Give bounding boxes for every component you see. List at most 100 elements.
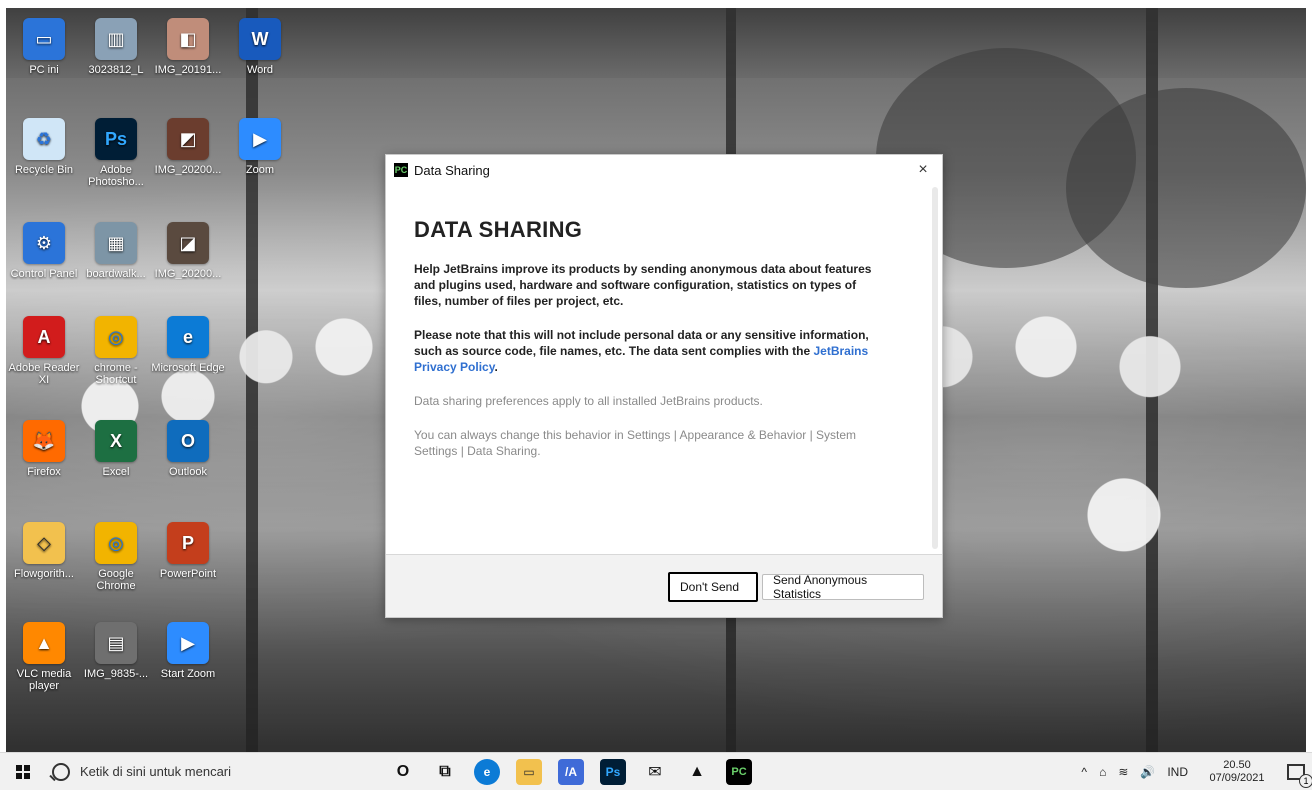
desktop-icon-label: IMG_9835-... xyxy=(83,668,149,680)
send-anonymous-statistics-button[interactable]: Send Anonymous Statistics xyxy=(762,573,924,601)
dialog-title: Data Sharing xyxy=(414,162,490,178)
cortana-icon[interactable]: O xyxy=(390,759,416,785)
clock[interactable]: 20.50 07/09/2021 xyxy=(1194,759,1280,785)
desktop-icon-label: Start Zoom xyxy=(160,668,216,680)
desktop-icon-label: Excel xyxy=(102,466,130,478)
desktop-icon-excel[interactable]: X Excel xyxy=(78,420,154,510)
desktop-icon-label: IMG_20191... xyxy=(154,64,222,76)
desktop-icon-label: Zoom xyxy=(245,164,275,176)
dialog-titlebar[interactable]: PC Data Sharing × xyxy=(386,155,942,185)
desktop-icon-img-20200-1[interactable]: ◩ IMG_20200... xyxy=(150,118,226,208)
desktop-icon-pc[interactable]: ▭ PC ini xyxy=(6,18,82,108)
chrome-icon: ◎ xyxy=(95,522,137,564)
desktop-icon-control-panel[interactable]: ⚙ Control Panel xyxy=(6,222,82,312)
outlook-icon: O xyxy=(167,420,209,462)
start-button[interactable] xyxy=(0,753,46,790)
desktop-icon-adobe-reader[interactable]: A Adobe Reader XI xyxy=(6,316,82,406)
dont-send-button[interactable]: Don't Send xyxy=(668,572,758,602)
close-button[interactable]: × xyxy=(914,161,932,179)
desktop-icon-label: Adobe Photosho... xyxy=(88,164,144,188)
dialog-paragraph-2-suffix: . xyxy=(494,360,498,374)
desktop-icon-label: Word xyxy=(246,64,274,76)
desktop-icon-label: chrome - Shortcut xyxy=(94,362,138,386)
dialog-scrollbar[interactable] xyxy=(932,187,938,549)
photo-icon: ◪ xyxy=(167,222,209,264)
wifi-icon[interactable]: ≋ xyxy=(1118,765,1128,779)
mail-icon[interactable]: ✉ xyxy=(642,759,668,785)
photoshop-icon: Ps xyxy=(95,118,137,160)
system-tray: ^ ⌂ ≋ 🔊 IND 20.50 07/09/2021 1 xyxy=(1075,753,1312,790)
taskbar: Ketik di sini untuk mencari O ⧉ e ▭ /A P… xyxy=(0,752,1312,790)
desktop-icon-3023812[interactable]: ▥ 3023812_L xyxy=(78,18,154,108)
desktop-icon-label: Flowgorith... xyxy=(14,568,74,580)
dialog-paragraph-2: Please note that this will not include p… xyxy=(414,327,884,375)
notifications-button[interactable]: 1 xyxy=(1280,753,1312,790)
computer-icon: ▭ xyxy=(23,18,65,60)
edge-icon: e xyxy=(167,316,209,358)
desktop-icon-label: IMG_20200... xyxy=(154,164,222,176)
desktop-icon-google-chrome[interactable]: ◎ Google Chrome xyxy=(78,522,154,612)
pdf-icon: A xyxy=(23,316,65,358)
chrome-icon: ◎ xyxy=(95,316,137,358)
search-icon xyxy=(52,762,70,781)
desktop-icon-label: Microsoft Edge xyxy=(151,362,225,374)
desktop-icon-chrome-shortcut[interactable]: ◎ chrome - Shortcut xyxy=(78,316,154,406)
language-indicator[interactable]: IND xyxy=(1167,765,1188,779)
notifications-icon: 1 xyxy=(1287,763,1312,788)
task-view-icon[interactable]: ⧉ xyxy=(432,759,458,785)
taskbar-search[interactable]: Ketik di sini untuk mencari xyxy=(46,753,382,790)
desktop-icon-flowgorithm[interactable]: ◇ Flowgorith... xyxy=(6,522,82,612)
dialog-paragraph-3: Data sharing preferences apply to all in… xyxy=(414,394,763,408)
photo-icon: ▤ xyxy=(95,622,137,664)
dialog-footer: Don't Send Send Anonymous Statistics xyxy=(386,554,942,617)
desktop-icon-zoom[interactable]: ▶ Zoom xyxy=(222,118,298,208)
dialog-content: DATA SHARING Help JetBrains improve its … xyxy=(414,217,884,477)
dialog-paragraph-2-text: Please note that this will not include p… xyxy=(414,328,869,358)
desktop-icon-label: IMG_20200... xyxy=(154,268,222,280)
pycharm-icon: PC xyxy=(394,163,408,177)
clock-date: 07/09/2021 xyxy=(1209,771,1265,784)
photoshop-icon[interactable]: Ps xyxy=(600,758,626,785)
desktop-icon-firefox[interactable]: 🦊 Firefox xyxy=(6,420,82,510)
word-icon: W xyxy=(239,18,281,60)
show-hidden-icons-chevron-icon[interactable]: ^ xyxy=(1081,765,1087,779)
desktop-icon-photoshop[interactable]: Ps Adobe Photosho... xyxy=(78,118,154,208)
desktop-icon-word[interactable]: W Word xyxy=(222,18,298,108)
recycle-bin-icon: ♻ xyxy=(23,118,65,160)
desktop-icon-label: Google Chrome xyxy=(96,568,136,592)
firefox-icon: 🦊 xyxy=(23,420,65,462)
desktop-icon-label: Control Panel xyxy=(10,268,78,280)
desktop-icon-label: Outlook xyxy=(169,466,207,478)
desktop-icon-label: Firefox xyxy=(27,466,61,478)
desktop-icon-img-20191[interactable]: ◧ IMG_20191... xyxy=(150,18,226,108)
photos-icon[interactable]: ▲ xyxy=(684,759,710,785)
desktop-icon-outlook[interactable]: O Outlook xyxy=(150,420,226,510)
desktop-icon-boardwalk[interactable]: ▦ boardwalk... xyxy=(78,222,154,312)
image-icon: ▦ xyxy=(95,222,137,264)
desktop-icon-start-zoom[interactable]: ▶ Start Zoom xyxy=(150,622,226,712)
dialog-paragraph-1: Help JetBrains improve its products by s… xyxy=(414,262,872,308)
desktop-icon-powerpoint[interactable]: P PowerPoint xyxy=(150,522,226,612)
photo-icon: ◧ xyxy=(167,18,209,60)
network-icon[interactable]: ⌂ xyxy=(1099,765,1106,779)
taskbar-search-placeholder: Ketik di sini untuk mencari xyxy=(80,764,232,779)
image-icon: ▥ xyxy=(95,18,137,60)
desktop-icon-vlc[interactable]: ▲ VLC media player xyxy=(6,622,82,712)
pinned-app-icon[interactable]: /A xyxy=(558,758,584,785)
desktop-icon-img-9835[interactable]: ▤ IMG_9835-... xyxy=(78,622,154,712)
desktop-background: ▭ PC ini ▥ 3023812_L ◧ IMG_20191... W Wo… xyxy=(6,8,1306,752)
edge-icon[interactable]: e xyxy=(474,758,500,785)
volume-icon[interactable]: 🔊 xyxy=(1140,765,1155,779)
pycharm-icon[interactable]: PC xyxy=(726,758,752,785)
desktop-icon-label: Adobe Reader XI xyxy=(8,362,80,386)
desktop-icon-label: Recycle Bin xyxy=(14,164,74,176)
desktop-icon-label: PowerPoint xyxy=(159,568,217,580)
desktop-icon-img-20200-2[interactable]: ◪ IMG_20200... xyxy=(150,222,226,312)
file-explorer-icon[interactable]: ▭ xyxy=(516,758,542,785)
clock-time: 20.50 xyxy=(1223,758,1251,771)
zoom-icon: ▶ xyxy=(167,622,209,664)
data-sharing-dialog: PC Data Sharing × DATA SHARING Help JetB… xyxy=(385,154,943,618)
desktop-icon-recycle-bin[interactable]: ♻ Recycle Bin xyxy=(6,118,82,208)
desktop-icon-edge[interactable]: e Microsoft Edge xyxy=(150,316,226,406)
dialog-paragraph-4: You can always change this behavior in S… xyxy=(414,428,857,458)
